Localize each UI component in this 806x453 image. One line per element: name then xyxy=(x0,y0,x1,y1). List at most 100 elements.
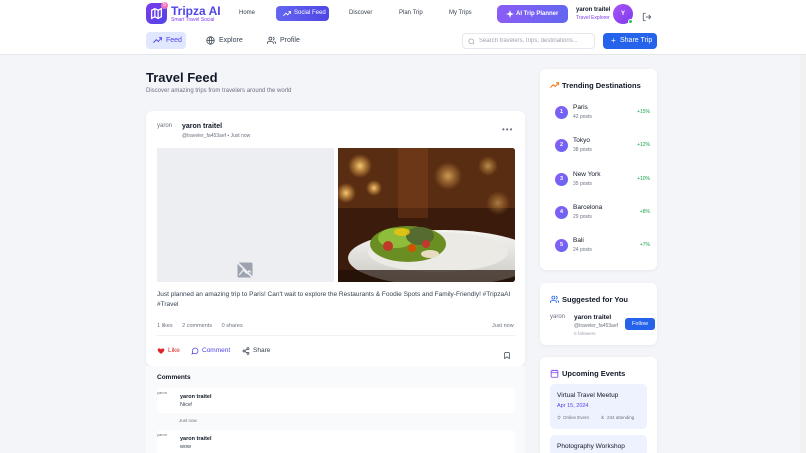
comment-author[interactable]: yaron traitel xyxy=(180,436,211,442)
tab-explore-label: Explore xyxy=(219,37,243,44)
suggested-name[interactable]: yaron traitel xyxy=(574,314,611,321)
like-label: Like xyxy=(168,347,180,354)
search-box[interactable] xyxy=(462,33,595,49)
more-options-icon[interactable]: ••• xyxy=(502,125,513,134)
comment-text: Nice! xyxy=(180,402,193,408)
events-title: Upcoming Events xyxy=(562,369,626,378)
destination-name: Paris xyxy=(573,104,588,111)
plus-icon: + xyxy=(611,36,616,45)
destination-posts: 24 posts xyxy=(573,247,592,253)
like-button[interactable]: Like xyxy=(157,346,180,356)
brand-name[interactable]: Tripza AI xyxy=(171,4,221,18)
tab-profile[interactable]: Profile xyxy=(260,32,310,49)
notification-badge: 5 xyxy=(161,2,168,9)
calendar-icon xyxy=(550,369,559,378)
nav-my-trips[interactable]: My Trips xyxy=(449,10,472,16)
rank-badge: 3 xyxy=(555,173,568,186)
brand-subtitle: Smart Travel Social xyxy=(171,17,215,23)
comment-button[interactable]: Comment xyxy=(191,346,230,356)
online-status-dot xyxy=(628,19,633,24)
likes-count[interactable]: 1 likes xyxy=(157,323,173,329)
nav-plan-trip[interactable]: Plan Trip xyxy=(399,10,423,16)
destination-posts: 42 posts xyxy=(573,114,592,120)
divider xyxy=(157,335,515,336)
comments-section: Comments yaron yaron traitel Nice! Just … xyxy=(146,366,525,453)
tab-profile-label: Profile xyxy=(280,37,300,44)
event-title: Photography Workshop xyxy=(557,443,625,450)
post-author-avatar[interactable]: yaron xyxy=(157,122,175,140)
logout-icon[interactable] xyxy=(642,9,652,27)
ai-trip-planner-label: AI Trip Planner xyxy=(516,11,559,17)
rank-badge: 1 xyxy=(555,106,568,119)
tab-feed-label: Feed xyxy=(166,37,182,44)
destination-trend: +12% xyxy=(637,142,650,148)
user-name: yaron traitel xyxy=(576,7,611,13)
rank-badge: 2 xyxy=(555,139,568,152)
nav-social-feed[interactable]: Social Feed xyxy=(276,6,329,21)
trending-item[interactable]: 5 Bali 24 posts +7% xyxy=(555,236,650,256)
sparkle-icon xyxy=(506,10,514,18)
share-button[interactable]: Share xyxy=(242,346,270,356)
image-off-icon xyxy=(236,261,254,279)
share-icon xyxy=(242,347,250,355)
nav-home[interactable]: Home xyxy=(239,10,255,16)
post-photo-food-plate[interactable] xyxy=(338,148,515,282)
trending-item[interactable]: 3 New York 35 posts +10% xyxy=(555,170,650,190)
comment-item: yaron yaron traitel Nice! xyxy=(157,388,515,413)
suggested-handle: @traveler_fa453aef xyxy=(574,323,618,329)
search-input[interactable] xyxy=(479,35,592,47)
page-title: Travel Feed xyxy=(146,70,218,85)
users-icon xyxy=(267,36,276,44)
trending-item[interactable]: 4 Barcelona 29 posts +8% xyxy=(555,203,650,223)
food-photo xyxy=(338,148,515,282)
event-attending: 234 attending xyxy=(601,415,634,420)
destination-name: New York xyxy=(573,171,601,178)
follow-button[interactable]: Follow xyxy=(625,318,655,330)
destination-posts: 38 posts xyxy=(573,147,592,153)
comment-avatar[interactable]: yaron xyxy=(157,390,170,403)
event-date: Apr 15, 2024 xyxy=(557,403,589,409)
broken-image[interactable] xyxy=(157,148,334,282)
tab-explore[interactable]: Explore xyxy=(199,32,249,49)
trending-item[interactable]: 1 Paris 42 posts +15% xyxy=(555,103,650,123)
post-meta: @traveler_fa453aef • Just now xyxy=(182,133,251,139)
page-subtitle: Discover amazing trips from travelers ar… xyxy=(146,88,292,94)
page-scrollbar[interactable] xyxy=(800,55,806,453)
event-attending-text: 234 attending xyxy=(607,415,635,420)
suggested-title: Suggested for You xyxy=(562,295,628,304)
comment-text: wow xyxy=(180,444,192,450)
rank-badge: 4 xyxy=(555,206,568,219)
destination-trend: +8% xyxy=(639,209,650,215)
trending-icon xyxy=(550,82,559,88)
comments-count[interactable]: 2 comments xyxy=(182,323,212,329)
suggested-avatar[interactable]: yaron xyxy=(550,314,568,332)
post-author-name[interactable]: yaron traitel xyxy=(182,123,222,130)
comment-time: Just now xyxy=(179,418,197,423)
trending-icon xyxy=(283,11,291,17)
tab-feed[interactable]: Feed xyxy=(146,32,186,49)
shares-count: 0 shares xyxy=(221,323,243,329)
suggested-card: Suggested for You yaron yaron traitel @t… xyxy=(540,283,657,345)
post-card: yaron yaron traitel @traveler_fa453aef •… xyxy=(146,111,525,366)
bookmark-icon[interactable] xyxy=(503,347,511,365)
ai-trip-planner-button[interactable]: AI Trip Planner xyxy=(497,5,568,23)
search-icon xyxy=(468,38,475,45)
destination-trend: +10% xyxy=(637,176,650,182)
trending-item[interactable]: 2 Tokyo 38 posts +12% xyxy=(555,136,650,156)
nav-discover[interactable]: Discover xyxy=(349,10,372,16)
destination-trend: +7% xyxy=(639,242,650,248)
event-title: Virtual Travel Meetup xyxy=(557,392,619,399)
rank-badge: 5 xyxy=(555,239,568,252)
users-icon xyxy=(601,415,605,419)
event-location-text: Online Event xyxy=(563,415,589,420)
comment-avatar[interactable]: yaron xyxy=(157,432,170,445)
share-label: Share xyxy=(253,347,271,354)
share-trip-label: Share Trip xyxy=(620,37,653,44)
comment-item: yaron yaron traitel wow xyxy=(157,430,515,453)
event-item[interactable]: Photography Workshop xyxy=(550,435,647,453)
feed-toolbar: Feed Explore Profile + Share Trip xyxy=(0,28,806,55)
destination-posts: 29 posts xyxy=(573,214,592,220)
comment-author[interactable]: yaron traitel xyxy=(180,394,211,400)
event-item[interactable]: Virtual Travel Meetup Apr 15, 2024 Onlin… xyxy=(550,384,647,429)
share-trip-button[interactable]: + Share Trip xyxy=(603,33,657,49)
